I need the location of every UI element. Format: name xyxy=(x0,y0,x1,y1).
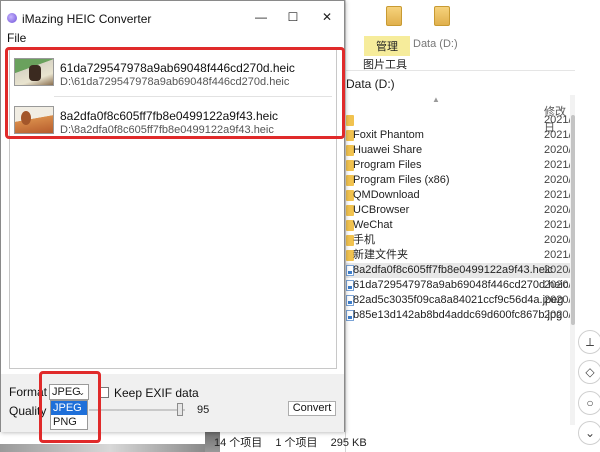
item-name: 新建文件夹 xyxy=(353,249,408,261)
item-date: 2020/ xyxy=(544,174,572,186)
item-name: Huawei Share xyxy=(353,144,423,156)
list-item[interactable]: 新建文件夹 2021/ xyxy=(346,248,575,263)
status-selected-count: 1 个项目 xyxy=(275,437,318,449)
item-name: WeChat xyxy=(353,219,393,231)
quality-value: 95 xyxy=(197,404,210,416)
tab-manage[interactable]: 管理 xyxy=(364,36,410,56)
item-name: 手机 xyxy=(353,234,375,246)
item-date: 2021/ xyxy=(544,189,572,201)
tab-location[interactable]: Data (D:) xyxy=(413,38,458,50)
item-date: 2021/ xyxy=(544,129,572,141)
list-item[interactable]: QMDownload 2021/ xyxy=(346,188,575,203)
item-date: 2021/ xyxy=(544,159,572,171)
list-item[interactable]: Program Files (x86) 2020/ xyxy=(346,173,575,188)
item-date: 2020/ xyxy=(544,204,572,216)
close-icon[interactable]: ✕ xyxy=(313,7,341,27)
list-item[interactable]: Foxit Phantom 2021/ xyxy=(346,128,575,143)
item-date: 2021/ xyxy=(544,219,572,231)
scroll-up-icon[interactable]: ▲ xyxy=(432,95,440,104)
ribbon-quick-icons xyxy=(346,0,575,32)
app-icon xyxy=(7,13,17,23)
item-date: 2020/ xyxy=(544,279,572,291)
folder-icon[interactable] xyxy=(386,6,402,26)
address-bar[interactable]: Data (D:) xyxy=(346,77,395,91)
item-date: 2020/ xyxy=(544,264,572,276)
item-name: 61da729547978a9ab69048f446cd270d.heic xyxy=(353,279,569,291)
item-date: 2021/ xyxy=(544,114,572,126)
item-name: UCBrowser xyxy=(353,204,410,216)
list-item[interactable]: 61da729547978a9ab69048f446cd270d.heic 202… xyxy=(346,278,575,293)
item-name: QMDownload xyxy=(353,189,420,201)
item-name: Program Files xyxy=(353,159,422,171)
highlight-box xyxy=(5,47,345,139)
list-item[interactable]: Program Files 2021/ xyxy=(346,158,575,173)
list-item[interactable]: Huawei Share 2020/ xyxy=(346,143,575,158)
item-name: 82ad5c3035f09ca8a84021ccf9c56d4a.jpeg xyxy=(353,294,564,306)
minimize-icon[interactable]: — xyxy=(247,7,275,27)
status-item-count: 14 个项目 xyxy=(214,437,263,449)
highlight-box xyxy=(39,371,101,443)
item-date: 2021/ xyxy=(544,249,572,261)
quality-slider[interactable] xyxy=(89,409,185,411)
lasso-icon[interactable]: ○ xyxy=(578,391,600,415)
item-name: Foxit Phantom xyxy=(353,129,424,141)
list-item[interactable]: 82ad5c3035f09ca8a84021ccf9c56d4a.jpeg 202… xyxy=(346,293,575,308)
maximize-icon[interactable]: ☐ xyxy=(279,7,307,27)
list-item[interactable]: WeChat 2021/ xyxy=(346,218,575,233)
item-name: b85e13d142ab8bd4addc69d600fc867b.jpg xyxy=(353,309,563,321)
item-date: 2020/ xyxy=(544,234,572,246)
status-bar: 14 个项目 1 个项目 295 KB xyxy=(214,434,377,450)
keep-exif-label: Keep EXIF data xyxy=(114,386,199,400)
item-name: 8a2dfa0f8c605ff7fb8e0499122a9f43.heic xyxy=(353,264,553,276)
window-title: iMazing HEIC Converter xyxy=(22,12,152,26)
eraser-icon[interactable]: ◇ xyxy=(578,360,600,384)
list-item[interactable]: 手机 2020/ xyxy=(346,233,575,248)
item-date: 2020/ xyxy=(544,294,572,306)
status-size: 295 KB xyxy=(330,437,367,449)
list-item[interactable]: 8a2dfa0f8c605ff7fb8e0499122a9f43.heic 202… xyxy=(346,263,575,278)
ribbon-tabs: 管理 Data (D:) 图片工具 xyxy=(346,32,575,71)
divider xyxy=(346,70,575,71)
crop-icon[interactable]: ⟂ xyxy=(578,330,600,354)
folder-icon xyxy=(346,115,354,126)
desktop-background-bottom xyxy=(0,444,220,452)
quality-slider-thumb[interactable] xyxy=(177,403,183,416)
title-bar[interactable]: iMazing HEIC Converter — ☐ ✕ xyxy=(1,1,344,30)
menu-file[interactable]: File xyxy=(7,31,26,45)
list-item[interactable]: 2021/ xyxy=(346,113,575,128)
scrollbar-thumb[interactable] xyxy=(571,115,575,325)
side-toolbar: ⟂ ◇ ○ ⌄ xyxy=(575,320,600,452)
folder-icon[interactable] xyxy=(434,6,450,26)
item-date: 2020/ xyxy=(544,144,572,156)
list-item[interactable]: b85e13d142ab8bd4addc69d600fc867b.jpg 2020… xyxy=(346,308,575,323)
convert-button[interactable]: Convert xyxy=(288,401,336,416)
file-explorer-window: 管理 Data (D:) 图片工具 Data (D:) ▲ 修改日 2021/F… xyxy=(345,0,575,452)
chevron-down-icon[interactable]: ⌄ xyxy=(578,421,600,445)
item-date: 2020/ xyxy=(544,309,572,321)
list-item[interactable]: UCBrowser 2020/ xyxy=(346,203,575,218)
item-name: Program Files (x86) xyxy=(353,174,450,186)
